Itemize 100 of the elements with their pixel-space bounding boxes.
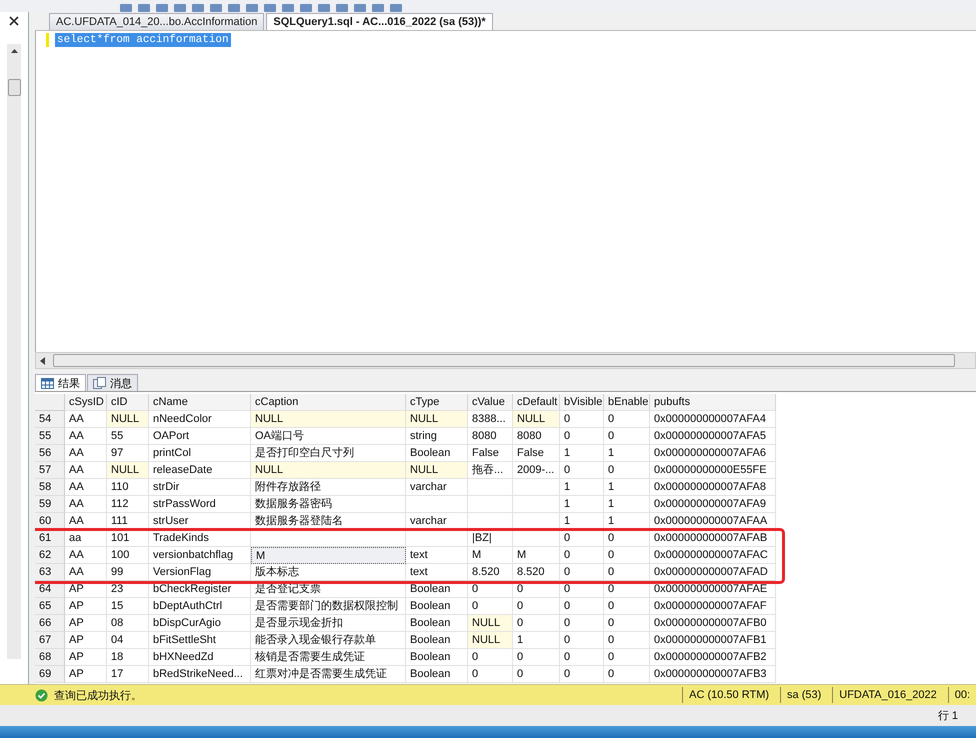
row-number[interactable]: 65 [35, 598, 65, 615]
table-cell: 0 [513, 581, 560, 598]
column-header[interactable]: cSysID [65, 394, 107, 411]
column-header[interactable]: cDefault [513, 394, 560, 411]
table-cell: NULL [107, 411, 149, 428]
table-cell: 0 [604, 411, 650, 428]
table-cell: 8080 [468, 428, 513, 445]
table-cell: 8.520 [468, 564, 513, 581]
table-cell: 0 [560, 649, 604, 666]
row-number[interactable]: 59 [35, 496, 65, 513]
toolbar-icon[interactable] [336, 4, 348, 12]
table-cell: strDir [149, 479, 251, 496]
table-cell: 0 [604, 462, 650, 479]
toolbar-icon[interactable] [372, 4, 384, 12]
toolbar-icon[interactable] [390, 4, 402, 12]
table-cell: AA [65, 496, 107, 513]
column-header[interactable]: cType [406, 394, 468, 411]
toolbar-icon[interactable] [246, 4, 258, 12]
toolbar-icon[interactable] [174, 4, 186, 12]
table-cell: aa [65, 530, 107, 547]
table-cell: 0 [513, 666, 560, 683]
toolbar-icon[interactable] [300, 4, 312, 12]
table-cell: 18 [107, 649, 149, 666]
close-icon[interactable] [9, 16, 19, 26]
table-cell: 0 [560, 581, 604, 598]
row-number[interactable]: 56 [35, 445, 65, 462]
table-cell: 0x000000000007AFB3 [650, 666, 776, 683]
table-cell: 1 [560, 445, 604, 462]
scroll-thumb[interactable] [53, 354, 955, 367]
left-arrow-icon[interactable] [40, 356, 45, 364]
row-number[interactable]: 62 [35, 547, 65, 564]
table-cell: 99 [107, 564, 149, 581]
header-corner[interactable] [35, 394, 65, 411]
table-cell: 0 [560, 598, 604, 615]
row-number[interactable]: 61 [35, 530, 65, 547]
column-header[interactable]: bVisible [560, 394, 604, 411]
line-indicator: 行 1 [938, 709, 958, 723]
table-cell: 0x000000000007AFA8 [650, 479, 776, 496]
table-cell: AP [65, 666, 107, 683]
table-cell: 0 [560, 462, 604, 479]
results-tab[interactable]: 结果 [35, 374, 86, 391]
document-tab[interactable]: SQLQuery1.sql - AC...016_2022 (sa (53))* [266, 13, 493, 30]
toolbar-icon[interactable] [354, 4, 366, 12]
table-cell: NULL [468, 615, 513, 632]
table-cell: 0 [560, 530, 604, 547]
table-cell: 112 [107, 496, 149, 513]
table-cell: 0x000000000007AFAB [650, 530, 776, 547]
row-number[interactable]: 67 [35, 632, 65, 649]
scroll-thumb[interactable] [8, 79, 20, 96]
toolbar-icon[interactable] [282, 4, 294, 12]
table-cell: 0 [604, 598, 650, 615]
results-tab[interactable]: 消息 [87, 374, 138, 391]
table-cell: Boolean [406, 666, 468, 683]
toolbar-icon[interactable] [156, 4, 168, 12]
table-cell: AA [65, 513, 107, 530]
column-header[interactable]: cValue [468, 394, 513, 411]
table-cell: 0 [560, 615, 604, 632]
table-cell: 1 [604, 479, 650, 496]
table-cell: 111 [107, 513, 149, 530]
status-message: 查询已成功执行。 [54, 688, 142, 702]
column-header[interactable]: cCaption [251, 394, 406, 411]
table-cell: 0 [604, 666, 650, 683]
toolbar-icon[interactable] [210, 4, 222, 12]
toolbar-icon[interactable] [138, 4, 150, 12]
row-number[interactable]: 69 [35, 666, 65, 683]
table-cell: 0 [604, 530, 650, 547]
row-number[interactable]: 57 [35, 462, 65, 479]
table-cell: printCol [149, 445, 251, 462]
column-header[interactable]: cID [107, 394, 149, 411]
up-arrow-icon[interactable] [10, 49, 18, 53]
table-cell: 0 [604, 564, 650, 581]
table-cell: 0 [604, 428, 650, 445]
row-number[interactable]: 58 [35, 479, 65, 496]
toolbar-icon[interactable] [228, 4, 240, 12]
row-number[interactable]: 66 [35, 615, 65, 632]
column-header[interactable]: cName [149, 394, 251, 411]
table-cell: AA [65, 479, 107, 496]
document-tab[interactable]: AC.UFDATA_014_20...bo.AccInformation [49, 13, 264, 30]
table-cell: 附件存放路径 [251, 479, 406, 496]
column-header[interactable]: pubufts [650, 394, 776, 411]
table-cell: TradeKinds [149, 530, 251, 547]
row-number[interactable]: 55 [35, 428, 65, 445]
table-cell: bFitSettleSht [149, 632, 251, 649]
row-number[interactable]: 68 [35, 649, 65, 666]
table-cell: NULL [107, 462, 149, 479]
table-cell: 8080 [513, 428, 560, 445]
empty-cell [468, 479, 513, 496]
toolbar-icon[interactable] [264, 4, 276, 12]
toolbar-icon[interactable] [120, 4, 132, 12]
table-cell: 1 [604, 445, 650, 462]
table-cell: AA [65, 564, 107, 581]
column-header[interactable]: bEnable [604, 394, 650, 411]
table-cell: 8.520 [513, 564, 560, 581]
scrollbar[interactable] [7, 44, 21, 659]
row-number[interactable]: 63 [35, 564, 65, 581]
toolbar-icon[interactable] [318, 4, 330, 12]
row-number[interactable]: 54 [35, 411, 65, 428]
table-cell: AP [65, 598, 107, 615]
scrollbar[interactable] [35, 352, 976, 369]
toolbar-icon[interactable] [192, 4, 204, 12]
